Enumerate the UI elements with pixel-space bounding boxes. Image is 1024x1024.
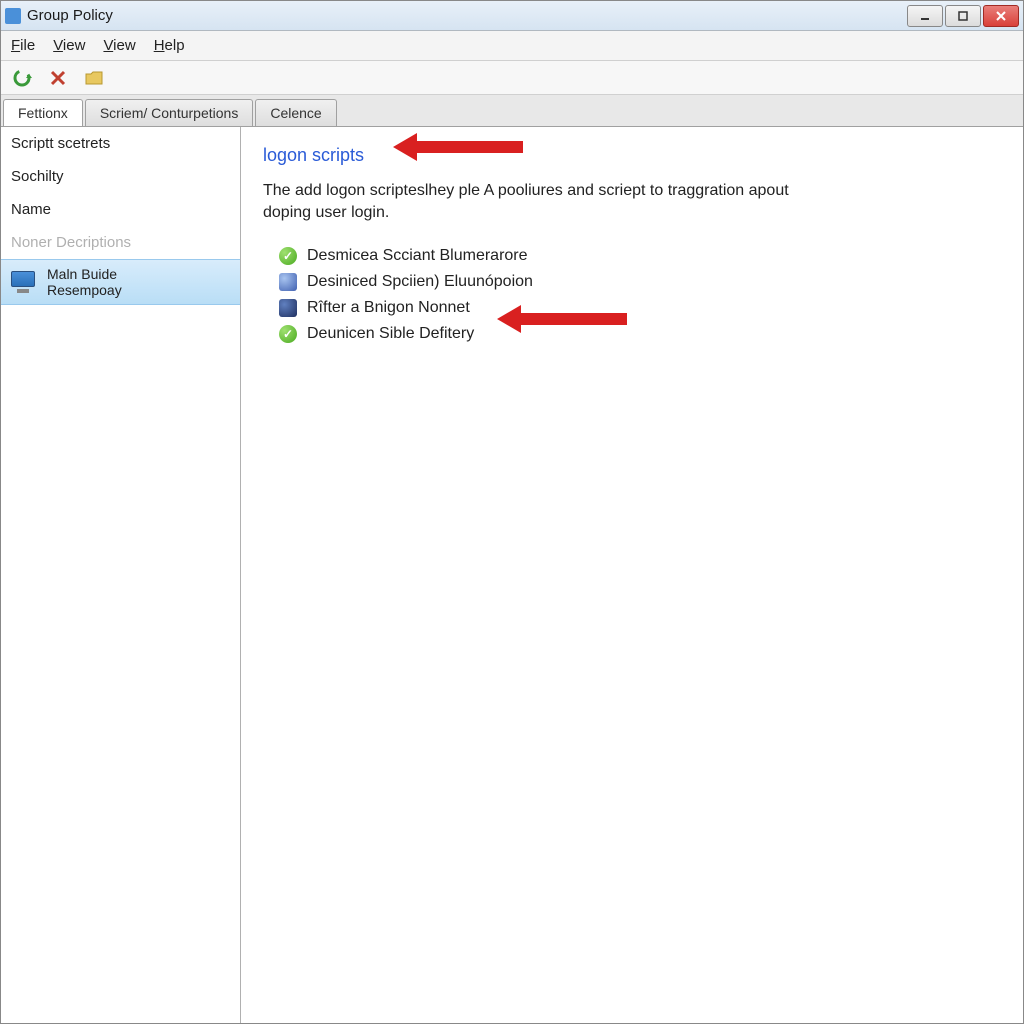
check-icon: ✓ [279, 247, 297, 265]
body: Scriptt scetrets Sochilty Name Noner Dec… [1, 127, 1023, 1023]
titlebar[interactable]: Group Policy [1, 1, 1023, 31]
tabbar: Fettionx Scriem/ Conturpetions Celence [1, 95, 1023, 127]
menu-view-2[interactable]: View [103, 37, 135, 54]
list-item-label: Desiniced Spciien) Eluunópoion [307, 273, 533, 291]
menubar: File View View Help [1, 31, 1023, 61]
delete-icon[interactable] [47, 67, 69, 89]
computer-icon [11, 271, 39, 293]
sidebar-label-scripts: Scriptt scetrets [1, 127, 240, 160]
content-title: logon scripts [263, 145, 1001, 166]
list-item[interactable]: Rîfter a Bnigon Nonnet [279, 295, 1001, 321]
menu-file[interactable]: File [11, 37, 35, 54]
sidebar-item-main[interactable]: Maln Buide Resempoay [1, 259, 240, 305]
app-icon [5, 8, 21, 24]
menu-help-text: elp [165, 37, 185, 54]
annotation-arrow [393, 127, 533, 167]
list-item[interactable]: ✓ Deunicen Sible Defitery [279, 321, 1001, 347]
content-item-list: ✓ Desmicea Scciant Blumerarore Desiniced… [279, 243, 1001, 347]
sidebar-label-name: Name [1, 193, 240, 226]
sidebar: Scriptt scetrets Sochilty Name Noner Dec… [1, 127, 241, 1023]
menu-view2-text: iew [113, 37, 136, 54]
check-icon: ✓ [279, 325, 297, 343]
maximize-button[interactable] [945, 5, 981, 27]
folder-icon[interactable] [83, 67, 105, 89]
menu-view-1[interactable]: View [53, 37, 85, 54]
info-icon [279, 273, 297, 291]
close-icon [995, 10, 1007, 22]
list-item-label: Desmicea Scciant Blumerarore [307, 247, 528, 265]
minimize-icon [919, 10, 931, 22]
maximize-icon [957, 10, 969, 22]
list-item-label: Rîfter a Bnigon Nonnet [307, 299, 470, 317]
list-item-label: Deunicen Sible Defitery [307, 325, 474, 343]
tab-celence[interactable]: Celence [255, 99, 336, 126]
annotation-arrow [497, 299, 637, 339]
menu-file-text: ile [20, 37, 35, 54]
sidebar-label-descriptions: Noner Decriptions [1, 226, 240, 259]
window-controls [907, 5, 1019, 27]
sidebar-list: Maln Buide Resempoay [1, 259, 240, 1023]
content-description: The add logon scripteslhey ple A pooliur… [263, 180, 823, 223]
list-item[interactable]: ✓ Desmicea Scciant Blumerarore [279, 243, 1001, 269]
sidebar-item-label: Maln Buide Resempoay [47, 266, 122, 298]
shield-icon [279, 299, 297, 317]
content-pane: logon scripts The add logon scripteslhey… [241, 127, 1023, 1023]
close-button[interactable] [983, 5, 1019, 27]
refresh-icon[interactable] [11, 67, 33, 89]
menu-help[interactable]: Help [154, 37, 185, 54]
minimize-button[interactable] [907, 5, 943, 27]
window-title: Group Policy [27, 7, 907, 24]
window-frame: Group Policy File View View Help [0, 0, 1024, 1024]
sidebar-label-security: Sochilty [1, 160, 240, 193]
toolbar [1, 61, 1023, 95]
list-item[interactable]: Desiniced Spciien) Eluunópoion [279, 269, 1001, 295]
tab-scriem[interactable]: Scriem/ Conturpetions [85, 99, 254, 126]
tab-fettionx[interactable]: Fettionx [3, 99, 83, 126]
menu-view1-text: iew [63, 37, 86, 54]
